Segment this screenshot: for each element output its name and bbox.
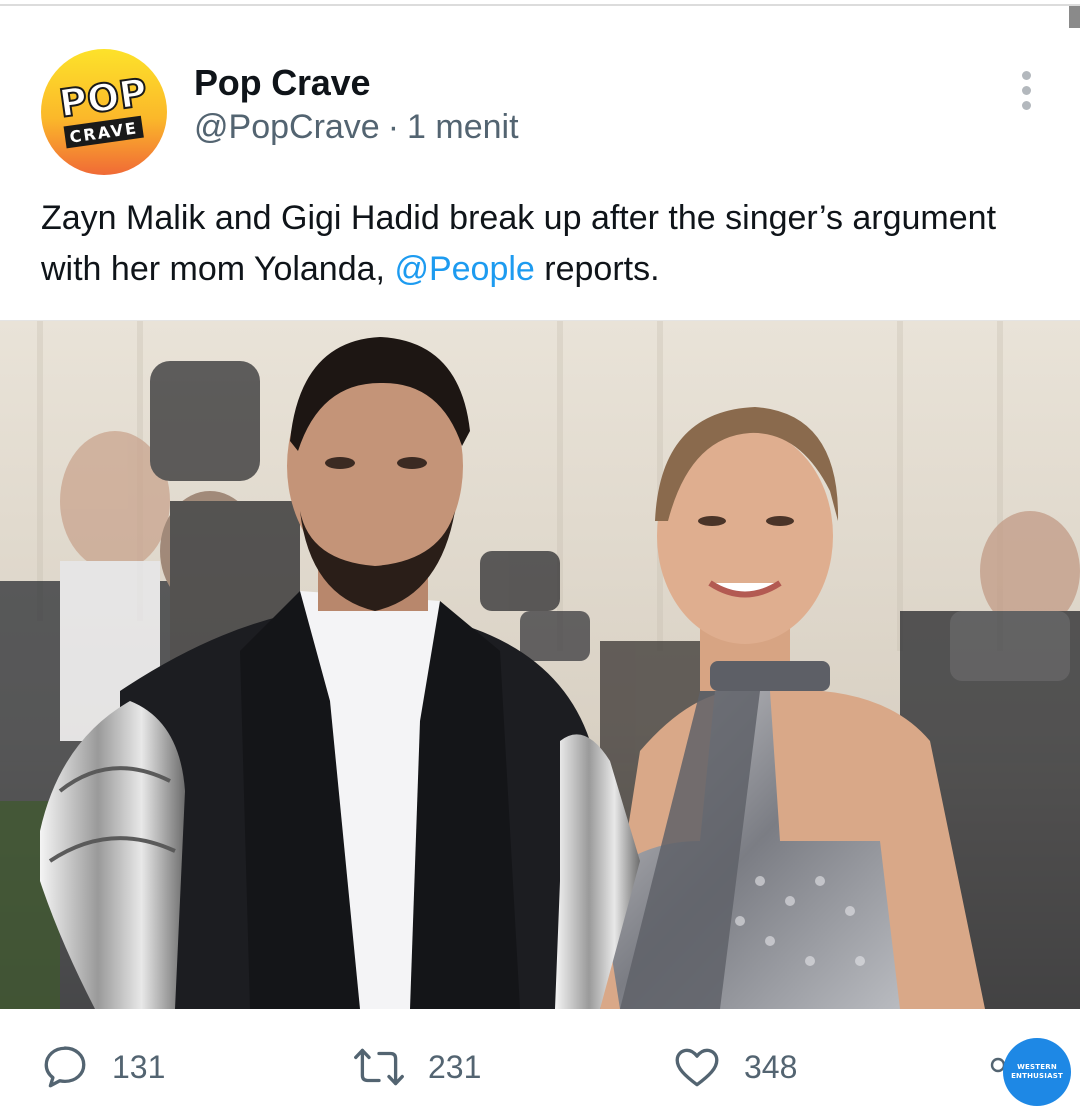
more-dot [1021, 85, 1031, 95]
tweet-timestamp[interactable]: 1 menit [407, 108, 519, 146]
reply-icon [44, 1046, 86, 1088]
author-meta: @PopCrave · 1 menit [194, 108, 519, 147]
retweet-icon [354, 1048, 404, 1086]
like-button[interactable]: 348 [672, 1041, 797, 1093]
tweet-text: Zayn Malik and Gigi Hadid break up after… [41, 193, 1041, 295]
avatar[interactable]: POP CRAVE [41, 49, 167, 175]
retweet-button[interactable]: 231 [352, 1041, 481, 1093]
more-options-button[interactable] [1006, 66, 1046, 114]
retweet-count: 231 [428, 1048, 482, 1085]
watermark-line-1: WESTERN [1017, 1063, 1057, 1071]
reply-count: 131 [112, 1048, 166, 1085]
meta-separator: · [387, 108, 400, 146]
tweet-photo[interactable] [0, 320, 1080, 1009]
author-handle[interactable]: @PopCrave [194, 108, 380, 146]
more-dot [1021, 100, 1031, 110]
tweet-text-end: reports. [534, 250, 660, 288]
more-dots-icon [1021, 70, 1031, 80]
mention-link[interactable]: @People [394, 250, 534, 288]
author-display-name[interactable]: Pop Crave [194, 62, 370, 104]
reply-button[interactable]: 131 [40, 1041, 165, 1093]
watermark-line-2: ENTHUSIAST [1011, 1072, 1063, 1080]
top-divider [0, 4, 1080, 6]
watermark-badge: WESTERN ENTHUSIAST [1003, 1038, 1071, 1106]
scrollbar-thumb[interactable] [1069, 6, 1080, 28]
like-count: 348 [744, 1048, 798, 1085]
heart-icon [675, 1048, 719, 1087]
